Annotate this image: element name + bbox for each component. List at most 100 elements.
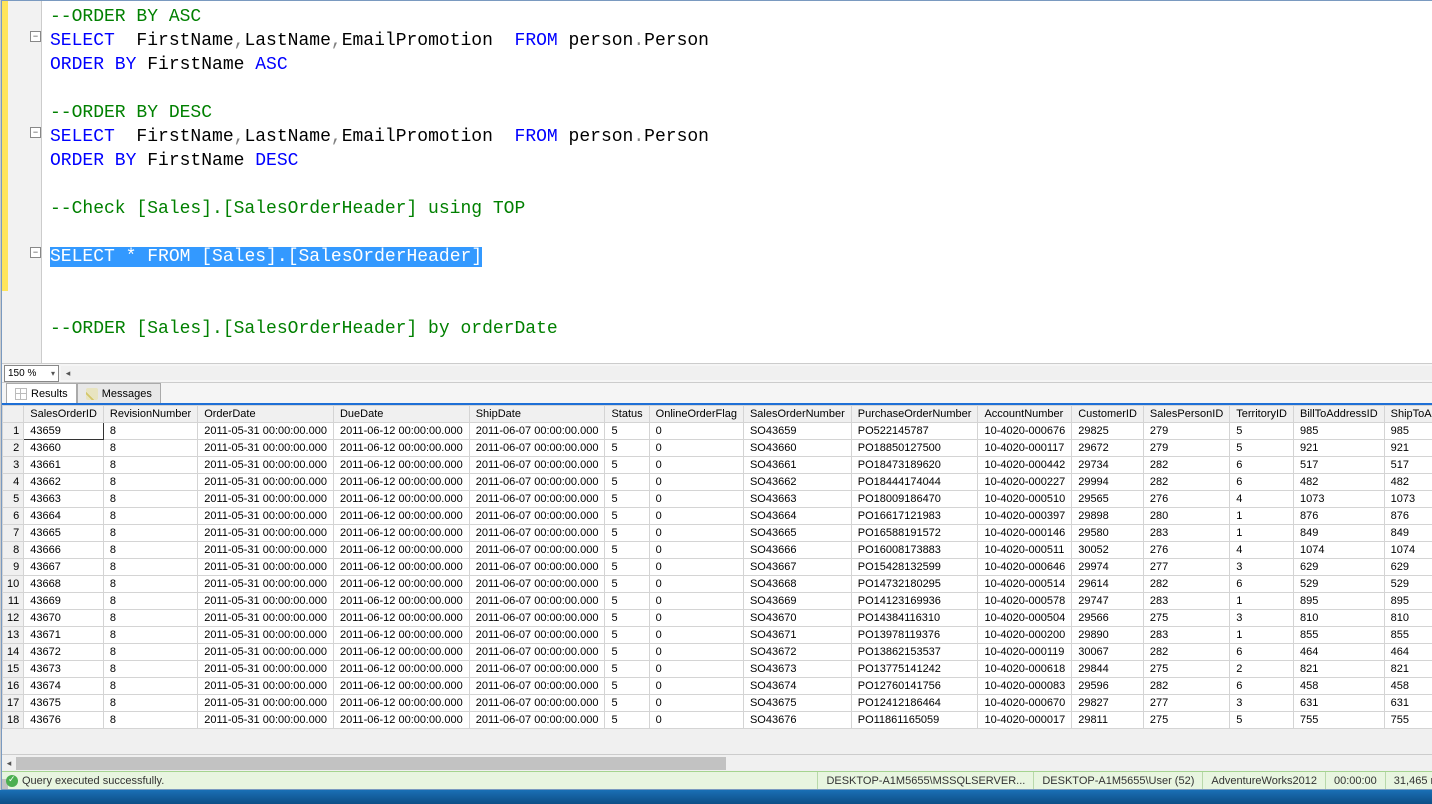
cell[interactable]: 2011-06-07 00:00:00.000 <box>469 661 605 678</box>
cell[interactable]: 10-4020-000017 <box>978 712 1072 729</box>
cell[interactable]: SO43669 <box>743 593 851 610</box>
cell[interactable]: 2011-06-07 00:00:00.000 <box>469 610 605 627</box>
cell[interactable]: 2011-05-31 00:00:00.000 <box>198 542 334 559</box>
cell[interactable]: 2011-06-12 00:00:00.000 <box>333 610 469 627</box>
cell[interactable]: 8 <box>103 712 197 729</box>
cell[interactable]: 6 <box>1230 678 1294 695</box>
cell[interactable]: 1 <box>1230 525 1294 542</box>
cell[interactable]: 2011-05-31 00:00:00.000 <box>198 576 334 593</box>
fold-toggle-icon[interactable]: − <box>30 127 41 138</box>
cell[interactable]: 29827 <box>1072 695 1144 712</box>
cell[interactable]: 43674 <box>24 678 104 695</box>
cell[interactable]: 5 <box>605 661 649 678</box>
row-number[interactable]: 7 <box>3 525 24 542</box>
cell[interactable]: SO43676 <box>743 712 851 729</box>
table-row[interactable]: 134367182011-05-31 00:00:00.0002011-06-1… <box>3 627 1432 644</box>
cell[interactable]: 10-4020-000646 <box>978 559 1072 576</box>
cell[interactable]: 43676 <box>24 712 104 729</box>
cell[interactable]: 10-4020-000442 <box>978 457 1072 474</box>
cell[interactable]: 276 <box>1143 491 1229 508</box>
cell[interactable]: 29890 <box>1072 627 1144 644</box>
cell[interactable]: 0 <box>649 610 743 627</box>
cell[interactable]: 3 <box>1230 695 1294 712</box>
cell[interactable]: PO14732180295 <box>851 576 978 593</box>
cell[interactable]: 8 <box>103 525 197 542</box>
table-row[interactable]: 154367382011-05-31 00:00:00.0002011-06-1… <box>3 661 1432 678</box>
cell[interactable]: 282 <box>1143 644 1229 661</box>
row-number[interactable]: 4 <box>3 474 24 491</box>
cell[interactable]: 849 <box>1294 525 1385 542</box>
cell[interactable]: 2011-06-12 00:00:00.000 <box>333 695 469 712</box>
cell[interactable]: 10-4020-000146 <box>978 525 1072 542</box>
cell[interactable]: 43664 <box>24 508 104 525</box>
table-row[interactable]: 184367682011-05-31 00:00:00.0002011-06-1… <box>3 712 1432 729</box>
column-header[interactable]: ShipDate <box>469 406 605 423</box>
column-header[interactable]: PurchaseOrderNumber <box>851 406 978 423</box>
table-row[interactable]: 144367282011-05-31 00:00:00.0002011-06-1… <box>3 644 1432 661</box>
cell[interactable]: 529 <box>1384 576 1432 593</box>
cell[interactable]: SO43675 <box>743 695 851 712</box>
cell[interactable]: 2011-06-12 00:00:00.000 <box>333 678 469 695</box>
cell[interactable]: 43671 <box>24 627 104 644</box>
cell[interactable]: 2011-05-31 00:00:00.000 <box>198 627 334 644</box>
cell[interactable]: 29580 <box>1072 525 1144 542</box>
cell[interactable]: 755 <box>1294 712 1385 729</box>
cell[interactable]: 8 <box>103 644 197 661</box>
cell[interactable]: 43660 <box>24 440 104 457</box>
cell[interactable]: PO12412186464 <box>851 695 978 712</box>
cell[interactable]: 10-4020-000504 <box>978 610 1072 627</box>
cell[interactable]: 43667 <box>24 559 104 576</box>
cell[interactable]: 29614 <box>1072 576 1144 593</box>
cell[interactable]: 810 <box>1384 610 1432 627</box>
cell[interactable]: 2011-05-31 00:00:00.000 <box>198 610 334 627</box>
cell[interactable]: SO43659 <box>743 423 851 440</box>
cell[interactable]: 1 <box>1230 593 1294 610</box>
cell[interactable]: SO43673 <box>743 661 851 678</box>
cell[interactable]: SO43670 <box>743 610 851 627</box>
cell[interactable]: 8 <box>103 593 197 610</box>
cell[interactable]: 280 <box>1143 508 1229 525</box>
cell[interactable]: 2011-06-07 00:00:00.000 <box>469 593 605 610</box>
cell[interactable]: 2011-06-12 00:00:00.000 <box>333 644 469 661</box>
row-number[interactable]: 18 <box>3 712 24 729</box>
cell[interactable]: 10-4020-000670 <box>978 695 1072 712</box>
cell[interactable]: 5 <box>605 457 649 474</box>
cell[interactable]: 3 <box>1230 610 1294 627</box>
column-header[interactable]: CustomerID <box>1072 406 1144 423</box>
column-header[interactable]: SalesPersonID <box>1143 406 1229 423</box>
cell[interactable]: 2011-06-12 00:00:00.000 <box>333 593 469 610</box>
cell[interactable]: 29811 <box>1072 712 1144 729</box>
cell[interactable]: 5 <box>605 678 649 695</box>
table-row[interactable]: 174367582011-05-31 00:00:00.0002011-06-1… <box>3 695 1432 712</box>
cell[interactable]: PO13862153537 <box>851 644 978 661</box>
cell[interactable]: 8 <box>103 491 197 508</box>
grid-horizontal-scrollbar[interactable]: ◂ ▸ <box>2 754 1432 771</box>
tab-results[interactable]: Results <box>6 383 77 403</box>
cell[interactable]: 5 <box>1230 712 1294 729</box>
table-row[interactable]: 164367482011-05-31 00:00:00.0002011-06-1… <box>3 678 1432 695</box>
cell[interactable]: 5 <box>605 491 649 508</box>
cell[interactable]: 985 <box>1384 423 1432 440</box>
cell[interactable]: PO522145787 <box>851 423 978 440</box>
cell[interactable]: 1073 <box>1384 491 1432 508</box>
row-number[interactable]: 12 <box>3 610 24 627</box>
cell[interactable]: 2 <box>1230 661 1294 678</box>
cell[interactable]: 5 <box>605 542 649 559</box>
cell[interactable]: 2011-06-12 00:00:00.000 <box>333 457 469 474</box>
cell[interactable]: 810 <box>1294 610 1385 627</box>
column-header[interactable]: OnlineOrderFlag <box>649 406 743 423</box>
cell[interactable]: 2011-05-31 00:00:00.000 <box>198 474 334 491</box>
cell[interactable]: 2011-06-07 00:00:00.000 <box>469 508 605 525</box>
cell[interactable]: 10-4020-000397 <box>978 508 1072 525</box>
taskbar[interactable] <box>0 790 1432 804</box>
row-number[interactable]: 11 <box>3 593 24 610</box>
cell[interactable]: 2011-06-07 00:00:00.000 <box>469 457 605 474</box>
scroll-left-arrow-icon[interactable]: ◂ <box>61 366 75 380</box>
cell[interactable]: PO13775141242 <box>851 661 978 678</box>
cell[interactable]: PO18009186470 <box>851 491 978 508</box>
table-row[interactable]: 74366582011-05-31 00:00:00.0002011-06-12… <box>3 525 1432 542</box>
cell[interactable]: 43670 <box>24 610 104 627</box>
cell[interactable]: 277 <box>1143 695 1229 712</box>
cell[interactable]: PO16588191572 <box>851 525 978 542</box>
cell[interactable]: 1073 <box>1294 491 1385 508</box>
